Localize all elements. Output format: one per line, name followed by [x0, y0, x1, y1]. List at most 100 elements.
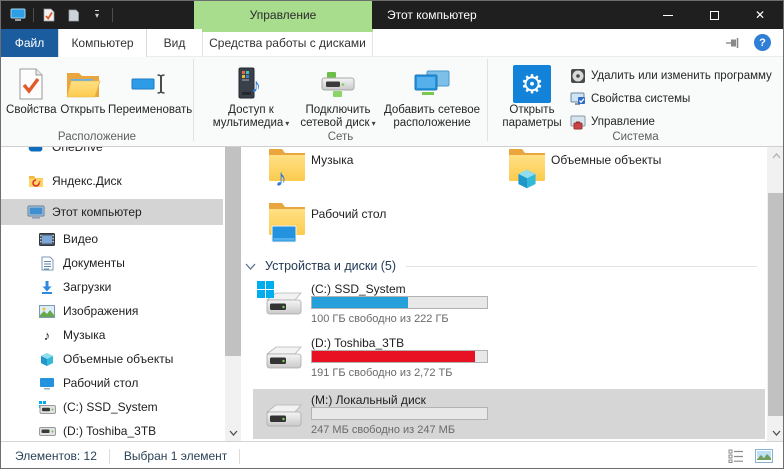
sidebar-item-label: Объемные объекты: [63, 352, 173, 366]
onedrive-cloud-icon: [27, 147, 45, 153]
media-access-button[interactable]: ♪ Доступ кмультимедиа▾: [208, 62, 294, 130]
details-view-button[interactable]: [725, 445, 747, 467]
chevron-down-icon: [245, 263, 256, 270]
network-drive-icon: [319, 64, 357, 104]
open-settings-button[interactable]: ⚙ Открытьпараметры: [498, 62, 566, 133]
sidebar-item-label: Загрузки: [63, 280, 111, 294]
sidebar-item-label: Видео: [63, 232, 98, 246]
folder-tile-3d-objects[interactable]: Объемные объекты: [501, 147, 747, 195]
sidebar-item-drive-d[interactable]: (D:) Toshiba_3TB: [1, 419, 223, 441]
minimize-button[interactable]: [645, 1, 691, 29]
chevron-down-icon: ▾: [95, 10, 99, 20]
maximize-button[interactable]: [691, 1, 737, 29]
tab-computer[interactable]: Компьютер: [58, 29, 147, 57]
status-bar: Элементов: 12 Выбран 1 элемент: [1, 441, 783, 469]
content-scrollbar[interactable]: [767, 147, 783, 441]
drive-capacity: 191 ГБ свободно из 2,72 ТБ: [311, 367, 452, 379]
sidebar-item-3d-objects[interactable]: Объемные объекты: [1, 347, 223, 371]
help-button[interactable]: ?: [754, 34, 771, 51]
uninstall-program-label: Удалить или изменить программу: [591, 70, 772, 82]
settings-gear-icon: ⚙: [513, 65, 551, 103]
pin-ribbon-button[interactable]: [725, 36, 741, 50]
qat-separator: [112, 8, 113, 22]
tab-view[interactable]: Вид: [147, 29, 202, 57]
rename-button[interactable]: Переименовать: [107, 62, 193, 117]
cube-icon: [517, 168, 537, 195]
status-separator: [109, 449, 110, 464]
system-properties-icon: [570, 91, 586, 107]
sidebar-item-label: OneDrive: [52, 147, 103, 154]
sidebar-item-downloads[interactable]: Загрузки: [1, 275, 223, 299]
system-drive-icon: [38, 401, 56, 414]
drive-tile-m-selected[interactable]: (M:) Локальный диск 247 МБ свободно из 2…: [253, 389, 765, 439]
sidebar-item-label: Музыка: [63, 328, 105, 342]
sidebar-item-documents[interactable]: Документы: [1, 251, 223, 275]
folder-icon: [267, 201, 307, 245]
system-drive-icon: [259, 285, 305, 325]
content-scroll-up-button[interactable]: [767, 147, 783, 164]
qat-new-folder-button[interactable]: [64, 5, 82, 25]
drive-tile-c[interactable]: (C:) SSD_System 100 ГБ свободно из 222 Г…: [241, 281, 765, 331]
yandex-disk-icon: [27, 174, 45, 188]
folder-tile-music[interactable]: ♪ Музыка: [261, 147, 507, 195]
uninstall-disc-icon: [570, 68, 586, 84]
thumbnail-view-button[interactable]: [753, 445, 775, 467]
manage-button[interactable]: Управление: [570, 111, 772, 132]
explorer-window: ▾ Управление Этот компьютер ✕ Файл Компь…: [0, 0, 784, 469]
content-scroll-down-button[interactable]: [767, 424, 783, 441]
sidebar-item-onedrive[interactable]: OneDrive: [1, 147, 223, 159]
view-toggle-buttons: [725, 442, 775, 469]
sidebar-item-drive-c[interactable]: (C:) SSD_System: [1, 395, 223, 419]
sidebar-item-music[interactable]: ♪ Музыка: [1, 323, 223, 347]
sidebar-item-yandex-disk[interactable]: Яндекс.Диск: [1, 169, 223, 193]
maximize-icon: [710, 11, 719, 20]
devices-and-drives-header[interactable]: Устройства и диски (5): [241, 257, 761, 275]
close-button[interactable]: ✕: [737, 1, 783, 29]
properties-button[interactable]: Свойства: [4, 62, 59, 117]
main-area: OneDrive Яндекс.Диск Этот компьютер Виде…: [1, 147, 783, 441]
content-scrollbar-thumb[interactable]: [768, 193, 783, 416]
sidebar-item-desktop[interactable]: Рабочий стол: [1, 371, 223, 395]
download-arrow-icon: [38, 280, 56, 294]
ribbon: Свойства Открыть Переименовать Расположе…: [1, 57, 783, 147]
sidebar-scrollbar-thumb[interactable]: [225, 147, 241, 356]
quick-access-toolbar: ▾: [9, 1, 113, 29]
details-view-icon: [728, 449, 744, 463]
sidebar-item-videos[interactable]: Видео: [1, 227, 223, 251]
drive-usage-bar: [311, 296, 488, 309]
sidebar-scroll-down-button[interactable]: [225, 424, 241, 441]
map-network-drive-button[interactable]: Подключитьсетевой диск▾: [294, 62, 382, 130]
qat-customize-dropdown[interactable]: ▾: [88, 5, 106, 25]
sidebar-item-label: Изображения: [63, 304, 138, 318]
contextual-tab-group-manage[interactable]: Управление: [194, 1, 372, 29]
add-network-location-button[interactable]: Добавить сетевоерасположение: [382, 62, 482, 130]
qat-properties-button[interactable]: [40, 5, 58, 25]
sidebar-item-label: (D:) Toshiba_3TB: [63, 424, 156, 438]
section-divider: [406, 266, 757, 267]
system-properties-button[interactable]: Свойства системы: [570, 88, 772, 109]
windows-logo-icon: [257, 281, 274, 298]
window-title: Этот компьютер: [387, 1, 477, 29]
sidebar-item-this-pc[interactable]: Этот компьютер: [1, 199, 223, 225]
drive-usage-bar: [311, 350, 488, 363]
desktop-icon: [38, 377, 56, 390]
open-button[interactable]: Открыть: [59, 62, 108, 117]
sidebar-item-label: Рабочий стол: [63, 376, 138, 390]
chevron-down-icon: [229, 430, 238, 436]
uninstall-program-button[interactable]: Удалить или изменить программу: [570, 65, 772, 86]
folder-icon: ♪: [267, 147, 307, 191]
drive-tile-d[interactable]: (D:) Toshiba_3TB 191 ГБ свободно из 2,72…: [241, 335, 765, 385]
chevron-down-icon: [772, 430, 781, 436]
sidebar-scrollbar[interactable]: [225, 147, 241, 441]
sidebar-item-pictures[interactable]: Изображения: [1, 299, 223, 323]
sidebar-item-label: Яндекс.Диск: [52, 174, 122, 188]
tab-file[interactable]: Файл: [1, 29, 58, 57]
cube-icon: [38, 352, 56, 367]
items-count: Элементов: 12: [15, 449, 97, 463]
tab-drive-tools[interactable]: Средства работы с дисками: [202, 29, 373, 57]
svg-text:♪: ♪: [251, 75, 261, 97]
folder-name: Музыка: [311, 153, 353, 167]
folder-tile-desktop[interactable]: Рабочий стол: [261, 199, 507, 249]
ribbon-group-network: ♪ Доступ кмультимедиа▾ Подключитьсетевой…: [194, 57, 487, 146]
selection-count: Выбран 1 элемент: [124, 449, 227, 463]
